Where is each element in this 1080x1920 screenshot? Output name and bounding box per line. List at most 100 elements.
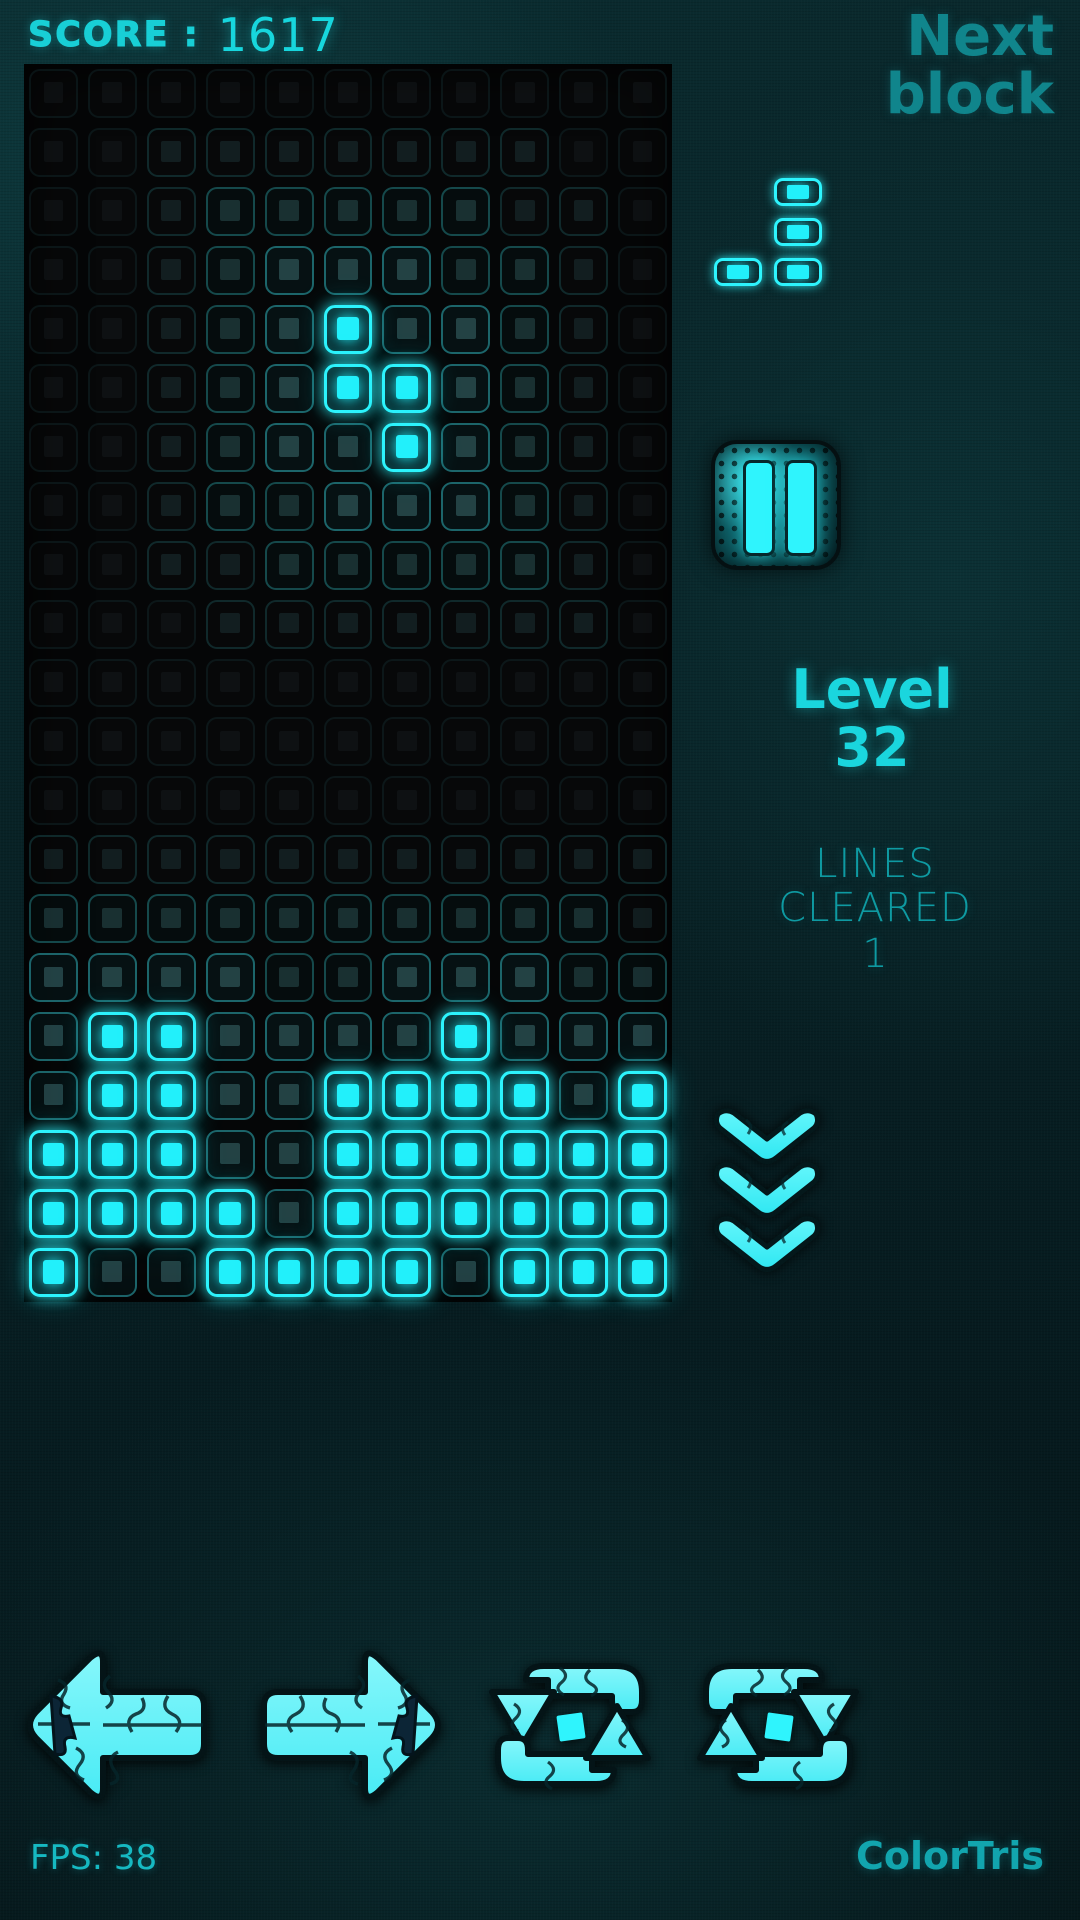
cell-box bbox=[559, 1248, 609, 1297]
cell-box bbox=[618, 540, 667, 590]
chevron-down-icon bbox=[708, 1162, 826, 1220]
cell-box bbox=[323, 481, 373, 531]
cell-box bbox=[146, 894, 196, 944]
board-cell-empty bbox=[436, 595, 495, 654]
board-cell-empty bbox=[142, 1243, 201, 1302]
cell-box bbox=[382, 953, 432, 1003]
board-cell-empty bbox=[613, 948, 672, 1007]
cell-box bbox=[382, 245, 432, 295]
board-cell-filled bbox=[377, 359, 436, 418]
next-block-cell-filled bbox=[768, 252, 828, 292]
board-cell-filled bbox=[24, 1125, 83, 1184]
board-cell-empty bbox=[260, 359, 319, 418]
cell-box bbox=[441, 127, 491, 177]
cell-box bbox=[87, 363, 137, 413]
cell-box bbox=[382, 835, 432, 885]
cell-box bbox=[323, 1189, 373, 1239]
cell-box bbox=[146, 1012, 196, 1062]
cell-box bbox=[382, 1248, 432, 1297]
cell-box bbox=[87, 481, 137, 531]
soft-drop-button[interactable] bbox=[708, 1108, 838, 1288]
cell-box bbox=[323, 69, 373, 118]
board-cell-empty bbox=[436, 182, 495, 241]
cell-box bbox=[29, 422, 78, 472]
cell-box bbox=[382, 1012, 432, 1062]
cell-box bbox=[146, 1130, 196, 1180]
cell-box bbox=[146, 245, 196, 295]
board-cell-empty bbox=[24, 359, 83, 418]
board-cell-empty bbox=[142, 182, 201, 241]
board-cell-empty bbox=[319, 477, 378, 536]
cell-box bbox=[382, 422, 432, 472]
board-cell-empty bbox=[495, 536, 554, 595]
board-cell-filled bbox=[377, 1184, 436, 1243]
board-cell-empty bbox=[613, 418, 672, 477]
board-cell-empty bbox=[260, 123, 319, 182]
board-cell-empty bbox=[554, 830, 613, 889]
board-cell-empty bbox=[319, 771, 378, 830]
pause-button[interactable] bbox=[711, 440, 841, 570]
cell-box bbox=[559, 776, 609, 826]
board-cell-empty bbox=[436, 359, 495, 418]
board-cell-filled bbox=[436, 1066, 495, 1125]
cell-box bbox=[29, 1071, 78, 1121]
cell-box bbox=[205, 658, 255, 708]
next-block-cell-empty bbox=[708, 212, 768, 252]
board-cell-empty bbox=[260, 889, 319, 948]
cell-box bbox=[441, 1248, 491, 1297]
board-cell-empty bbox=[436, 477, 495, 536]
lines-cleared-value: 1 bbox=[862, 931, 888, 977]
board-cell-empty bbox=[377, 712, 436, 771]
cell-box bbox=[618, 186, 667, 236]
board-cell-empty bbox=[24, 241, 83, 300]
move-left-button[interactable] bbox=[18, 1640, 218, 1810]
cell-box bbox=[382, 127, 432, 177]
cell-box bbox=[559, 835, 609, 885]
cell-box bbox=[205, 1012, 255, 1062]
cell-box bbox=[323, 835, 373, 885]
board-cell-empty bbox=[436, 64, 495, 123]
cell-box bbox=[87, 1071, 137, 1121]
cell-box bbox=[618, 1012, 667, 1062]
board-cell-empty bbox=[554, 123, 613, 182]
cell-box bbox=[146, 658, 196, 708]
cell-box bbox=[618, 481, 667, 531]
board-cell-empty bbox=[142, 418, 201, 477]
cell-box bbox=[205, 481, 255, 531]
cell-box bbox=[559, 599, 609, 649]
board-cell-empty bbox=[319, 712, 378, 771]
board-cell-empty bbox=[377, 536, 436, 595]
cell-box bbox=[264, 835, 314, 885]
board-cell-filled bbox=[495, 1066, 554, 1125]
board-cell-empty bbox=[201, 1125, 260, 1184]
board-cell-empty bbox=[24, 300, 83, 359]
cell-box bbox=[323, 717, 373, 767]
board-cell-empty bbox=[201, 418, 260, 477]
rotate-counter-clockwise-button[interactable] bbox=[470, 1640, 670, 1810]
board-cell-empty bbox=[436, 300, 495, 359]
cell-box bbox=[323, 658, 373, 708]
board-cell-empty bbox=[377, 771, 436, 830]
next-block-cell-filled bbox=[768, 212, 828, 252]
move-right-button[interactable] bbox=[250, 1640, 450, 1810]
cell-box bbox=[323, 953, 373, 1003]
cell-box bbox=[441, 363, 491, 413]
board-cell-empty bbox=[436, 418, 495, 477]
next-block-cell-filled bbox=[708, 252, 768, 292]
pause-bar-right bbox=[785, 460, 817, 556]
board-cell-empty bbox=[377, 64, 436, 123]
board-cell-empty bbox=[554, 771, 613, 830]
board-cell-empty bbox=[201, 1066, 260, 1125]
cell-box bbox=[29, 540, 78, 590]
board-cell-empty bbox=[24, 182, 83, 241]
rotate-clockwise-button[interactable] bbox=[678, 1640, 878, 1810]
cell-box bbox=[382, 363, 432, 413]
cell-box bbox=[29, 658, 78, 708]
playfield[interactable] bbox=[24, 64, 672, 1302]
cell-box bbox=[146, 776, 196, 826]
board-cell-empty bbox=[436, 771, 495, 830]
cell-box bbox=[382, 1189, 432, 1239]
board-cell-empty bbox=[495, 64, 554, 123]
board-cell-empty bbox=[260, 477, 319, 536]
cell-box bbox=[618, 658, 667, 708]
